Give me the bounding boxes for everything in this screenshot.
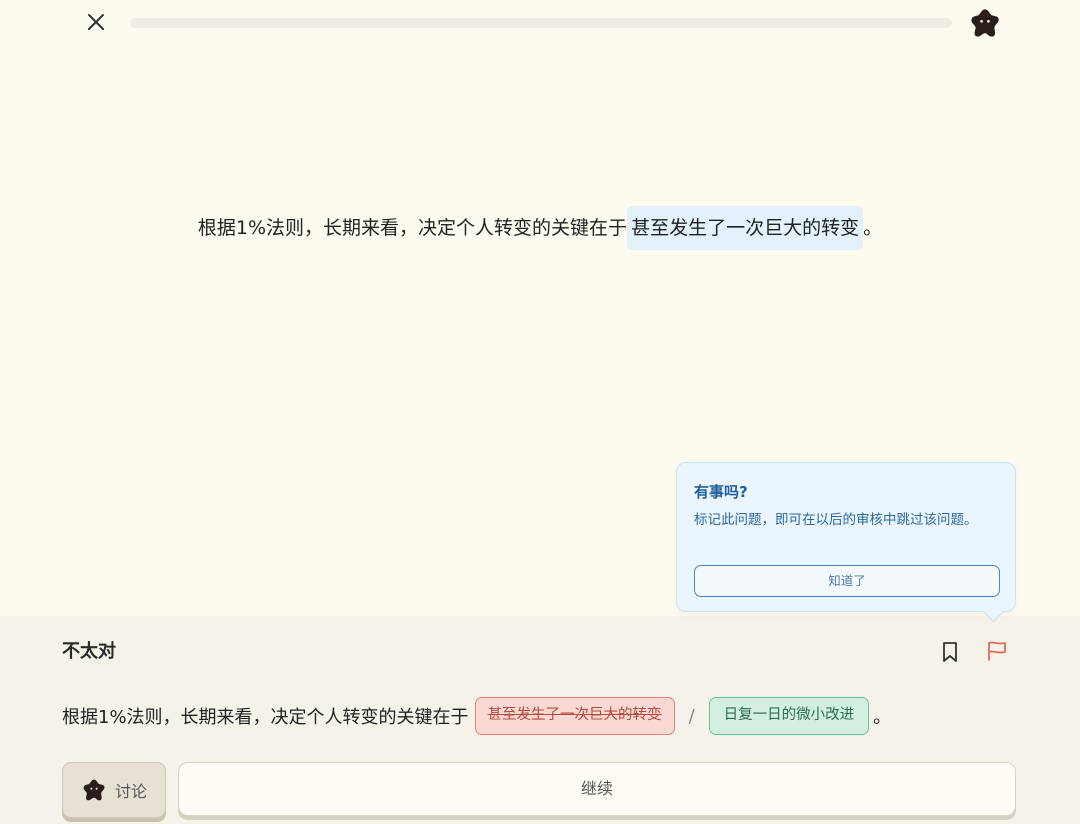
question-prefix: 根据1%法则，长期来看，决定个人转变的关键在于 xyxy=(197,217,628,239)
flag-tooltip: 有事吗? 标记此问题，即可在以后的审核中跳过该问题。 知道了 xyxy=(676,462,1016,612)
got-it-button[interactable]: 知道了 xyxy=(694,565,1000,597)
discuss-label: 讨论 xyxy=(114,782,147,801)
wrong-answer-chip: 甚至发生了一次巨大的转变 xyxy=(474,697,675,735)
feedback-title: 不太对 xyxy=(62,641,116,662)
continue-button[interactable]: 继续 xyxy=(178,762,1016,816)
close-icon xyxy=(88,14,104,30)
flag-icon xyxy=(988,641,1006,661)
tooltip-title: 有事吗? xyxy=(694,483,748,501)
bookmark-button[interactable] xyxy=(940,641,960,663)
answer-suffix: 。 xyxy=(873,707,892,728)
mascot-icon xyxy=(971,9,999,37)
feedback-panel: 不太对 根据1%法则，长期来看，决定个人转变的关键在于 甚至发生了一次巨大的转变… xyxy=(0,616,1080,824)
answer-sentence: 根据1%法则，长期来看，决定个人转变的关键在于 甚至发生了一次巨大的转变 / 日… xyxy=(62,696,891,736)
answer-prefix: 根据1%法则，长期来看，决定个人转变的关键在于 xyxy=(62,707,469,728)
selected-answer-highlight[interactable]: 甚至发生了一次巨大的转变 xyxy=(627,206,864,250)
question-sentence: 根据1%法则，长期来看，决定个人转变的关键在于 甚至发生了一次巨大的转变。 xyxy=(0,206,1080,250)
correct-answer-chip: 日复一日的微小改进 xyxy=(708,697,870,735)
question-suffix: 。 xyxy=(863,217,883,239)
close-button[interactable] xyxy=(84,10,108,34)
flag-button[interactable] xyxy=(986,640,1008,662)
tooltip-body: 标记此问题，即可在以后的审核中跳过该问题。 xyxy=(694,512,978,528)
progress-bar xyxy=(130,18,952,28)
lesson-screen: 根据1%法则，长期来看，决定个人转变的关键在于 甚至发生了一次巨大的转变。 有事吗… xyxy=(0,0,1080,824)
discuss-button[interactable]: 讨论 xyxy=(62,762,166,818)
mascot-avatar[interactable] xyxy=(968,6,1002,40)
answer-separator: / xyxy=(688,705,695,727)
bookmark-icon xyxy=(943,642,957,662)
mascot-icon xyxy=(83,779,105,801)
